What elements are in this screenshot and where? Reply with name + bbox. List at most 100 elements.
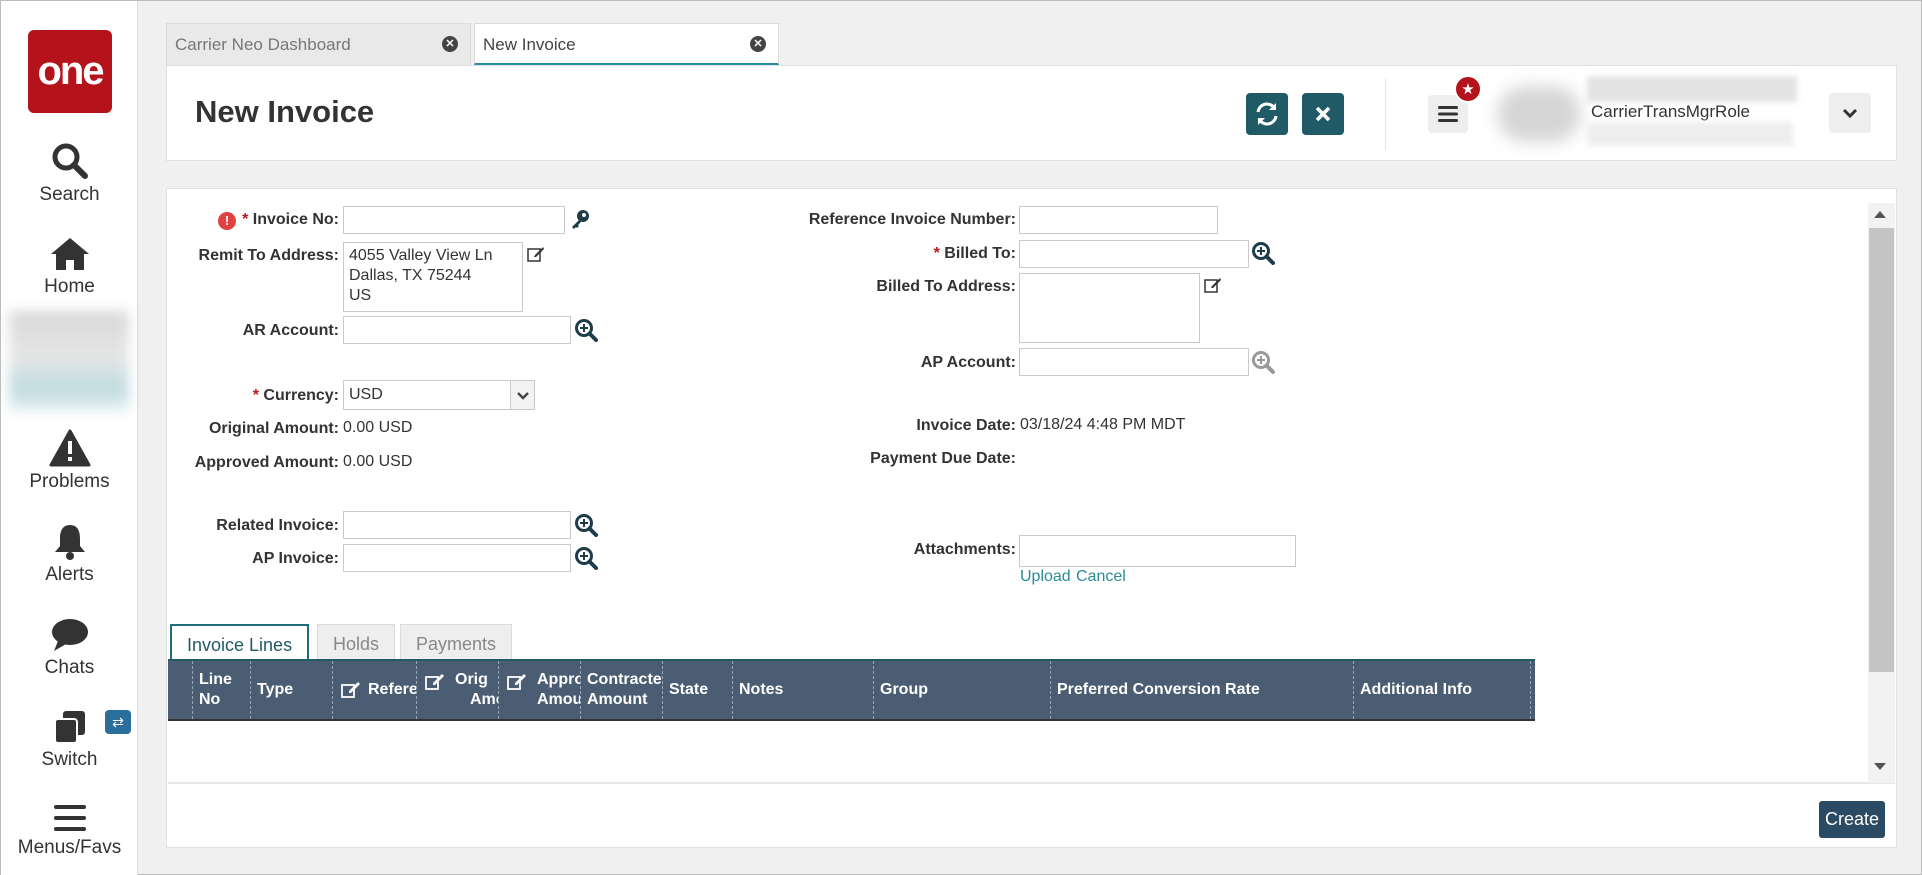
avatar[interactable] <box>1497 86 1581 142</box>
blurred-user-name <box>1587 76 1797 102</box>
column-header-approved-amount[interactable]: Appro Amou <box>498 661 580 719</box>
original-amount-label: Original Amount: <box>208 420 339 437</box>
currency-label: * Currency: <box>252 387 339 404</box>
tab-new-invoice[interactable]: New Invoice ✕ <box>474 23 779 65</box>
billed-to-label: * Billed To: <box>933 245 1016 262</box>
reference-invoice-number-input[interactable] <box>1019 206 1218 234</box>
nav-search[interactable]: Search <box>1 142 138 206</box>
nav-alerts[interactable]: Alerts <box>1 522 138 586</box>
nav-problems[interactable]: Problems <box>1 429 138 493</box>
attachments-drop-zone[interactable] <box>1019 535 1296 567</box>
zoom-search-icon[interactable] <box>1251 241 1275 265</box>
ar-account-label: AR Account: <box>242 322 339 339</box>
upload-link[interactable]: Upload <box>1020 568 1071 586</box>
tab-holds[interactable]: Holds <box>317 624 396 662</box>
page-title: New Invoice <box>195 94 375 129</box>
create-button[interactable]: Create <box>1819 801 1885 838</box>
remit-to-address-label: Remit To Address: <box>198 247 339 264</box>
nav-problems-label: Problems <box>29 471 110 492</box>
billed-to-input[interactable] <box>1019 240 1249 268</box>
invoice-date-label: Invoice Date: <box>916 417 1016 434</box>
nav-switch-label: Switch <box>41 749 98 770</box>
column-header-original-amount[interactable]: OrigAmou <box>416 661 498 719</box>
one-logo[interactable]: one <box>28 30 112 113</box>
edit-icon[interactable] <box>527 245 545 263</box>
search-icon <box>52 143 88 179</box>
reference-invoice-number-label: Reference Invoice Number: <box>808 211 1016 228</box>
invoice-date-value: 03/18/24 4:48 PM MDT <box>1020 416 1186 433</box>
nav-chats[interactable]: Chats <box>1 617 138 679</box>
close-tab-icon[interactable]: ✕ <box>750 36 766 52</box>
edit-icon[interactable] <box>1204 276 1222 294</box>
zoom-search-icon[interactable] <box>574 318 598 342</box>
refresh-button[interactable] <box>1246 93 1288 135</box>
tab-label: Carrier Neo Dashboard <box>175 35 351 54</box>
home-icon <box>50 238 89 270</box>
left-nav: one Search Home Problems Alerts Chats Sw… <box>1 1 138 875</box>
original-amount-value: 0.00 USD <box>343 419 413 436</box>
column-header-group[interactable]: Group <box>873 661 1050 719</box>
chevron-down-icon <box>1842 108 1858 119</box>
remit-to-address-box: 4055 Valley View Ln Dallas, TX 75244 US <box>343 242 523 312</box>
warning-icon <box>49 429 90 467</box>
ap-account-label: AP Account: <box>920 354 1016 371</box>
tab-payments[interactable]: Payments <box>400 624 513 662</box>
column-header-contracted-amount[interactable]: Contracte Amount <box>580 661 662 719</box>
currency-select[interactable]: USD <box>343 380 535 410</box>
invoice-no-input[interactable] <box>343 206 565 234</box>
favorite-star-icon[interactable]: ★ <box>1454 75 1482 103</box>
attachments-label: Attachments: <box>913 541 1016 558</box>
blurred-nav-item <box>9 311 129 411</box>
error-indicator-icon: ! <box>218 212 236 230</box>
column-header-state[interactable]: State <box>662 661 732 719</box>
edit-icon <box>341 682 360 698</box>
nav-home-label: Home <box>44 276 95 297</box>
column-header-type[interactable]: Type <box>250 661 332 719</box>
nav-chats-label: Chats <box>44 657 95 678</box>
approved-amount-label: Approved Amount: <box>194 454 339 471</box>
tab-carrier-neo-dashboard[interactable]: Carrier Neo Dashboard ✕ <box>166 23 471 65</box>
edit-icon <box>425 674 444 690</box>
user-menu-dropdown[interactable] <box>1829 93 1871 133</box>
scroll-up-icon[interactable] <box>1873 209 1887 219</box>
close-tab-icon[interactable]: ✕ <box>442 36 458 52</box>
billed-to-address-box <box>1019 273 1200 343</box>
cancel-upload-link[interactable]: Cancel <box>1076 568 1126 586</box>
payment-due-date-label: Payment Due Date: <box>870 450 1016 467</box>
invoice-no-label: * Invoice No: <box>242 211 339 228</box>
column-header-line-no[interactable]: Line No <box>192 661 250 719</box>
ap-invoice-input[interactable] <box>343 544 571 572</box>
column-header-notes[interactable]: Notes <box>732 661 873 719</box>
zoom-search-icon[interactable] <box>1251 350 1275 374</box>
blurred-user-org <box>1587 122 1793 146</box>
tab-label: New Invoice <box>483 35 576 54</box>
invoice-lines-grid-body <box>168 721 1868 783</box>
currency-dropdown-toggle[interactable] <box>510 381 534 409</box>
close-button[interactable] <box>1302 93 1344 135</box>
zoom-search-icon[interactable] <box>574 546 598 570</box>
currency-value: USD <box>349 386 383 403</box>
page-header: New Invoice ★ CarrierTransMgrRole <box>166 65 1897 161</box>
address-line: Dallas, TX 75244 <box>349 267 472 284</box>
refresh-icon <box>1256 102 1278 126</box>
related-invoice-input[interactable] <box>343 511 571 539</box>
switch-arrows-icon[interactable]: ⇄ <box>105 710 131 734</box>
column-header-reference[interactable]: Refere <box>332 661 416 719</box>
scrollbar-thumb[interactable] <box>1869 228 1894 672</box>
nav-menus-favs[interactable]: Menus/Favs <box>1 803 138 859</box>
chat-bubble-icon <box>51 619 88 651</box>
nav-menus-favs-label: Menus/Favs <box>17 837 122 858</box>
zoom-search-icon[interactable] <box>574 513 598 537</box>
column-header-additional-info[interactable]: Additional Info <box>1353 661 1531 719</box>
user-role: CarrierTransMgrRole <box>1591 102 1751 121</box>
ar-account-input[interactable] <box>343 316 571 344</box>
approved-amount-value: 0.00 USD <box>343 453 413 470</box>
nav-search-label: Search <box>39 184 100 205</box>
nav-home[interactable]: Home <box>1 236 138 298</box>
column-header-preferred-conversion-rate[interactable]: Preferred Conversion Rate <box>1050 661 1353 719</box>
key-icon[interactable] <box>569 208 591 230</box>
switch-windows-icon <box>53 711 85 744</box>
tab-invoice-lines[interactable]: Invoice Lines <box>170 624 310 662</box>
ap-account-input[interactable] <box>1019 348 1249 376</box>
scroll-down-icon[interactable] <box>1873 762 1887 772</box>
